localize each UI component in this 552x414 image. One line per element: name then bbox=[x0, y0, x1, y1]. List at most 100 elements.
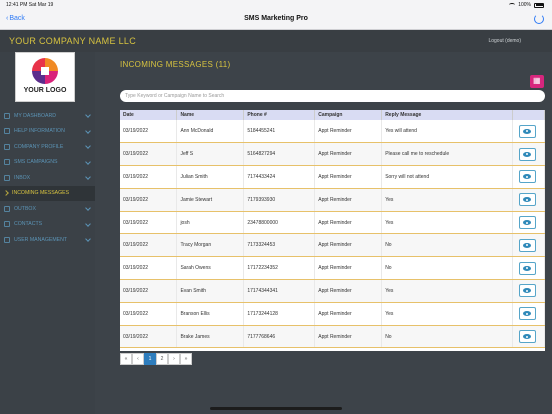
menu-item-icon bbox=[4, 221, 10, 228]
cell-action bbox=[512, 120, 546, 144]
menu-item-icon bbox=[4, 128, 10, 135]
sidebar-item-my-dashboard[interactable]: MY DASHBOARD bbox=[0, 108, 95, 124]
cell-name: Branson Ellis bbox=[176, 302, 245, 326]
messages-table-container: Date Name Phone # Campaign Reply Message 03/… bbox=[120, 110, 546, 351]
cell-date: 03/19/2022 bbox=[120, 325, 178, 349]
cell-campaign: Appt Reminder bbox=[314, 279, 383, 303]
column-header: Reply Message bbox=[381, 110, 513, 120]
page-button[interactable]: 1 bbox=[144, 353, 156, 365]
cell-date: 03/19/2022 bbox=[120, 120, 178, 144]
cell-date: 03/19/2022 bbox=[120, 211, 178, 235]
sidebar-item-sms-campaigns[interactable]: SMS CAMPAIGNS bbox=[0, 155, 95, 171]
page-button[interactable]: 2 bbox=[156, 353, 168, 365]
sidebar-item-label: COMPANY PROFILE bbox=[14, 143, 64, 150]
view-message-button[interactable] bbox=[518, 330, 536, 344]
cell-date: 03/19/2022 bbox=[120, 188, 178, 212]
cell-campaign: Appt Reminder bbox=[314, 120, 383, 144]
cell-phone: 17172234352 bbox=[243, 256, 316, 281]
table-row[interactable]: 03/19/2022 Branson Ellis 17173244128 Appt R… bbox=[120, 302, 546, 326]
cell-phone: 23478800000 bbox=[243, 211, 316, 235]
eye-icon bbox=[523, 334, 532, 340]
chevron-down-icon bbox=[85, 158, 91, 165]
table-row[interactable]: 03/19/2022 Brake James 7177768646 Appt Remi… bbox=[120, 325, 546, 349]
sidebar-item-incoming-messages[interactable]: INCOMING MESSAGES bbox=[0, 185, 95, 201]
view-message-button[interactable] bbox=[518, 193, 536, 207]
view-message-button[interactable] bbox=[518, 170, 536, 184]
page-button[interactable]: ‹ bbox=[132, 353, 144, 365]
menu-item-icon bbox=[4, 236, 10, 243]
table-row[interactable]: 03/19/2022 Jamie Stewart 7179393930 Appt Re… bbox=[120, 188, 546, 212]
cell-reply: Please call me to reschedule bbox=[381, 142, 513, 167]
view-message-button[interactable] bbox=[518, 238, 536, 252]
column-header bbox=[512, 110, 546, 120]
view-message-button[interactable] bbox=[518, 284, 536, 298]
eye-icon bbox=[523, 265, 532, 271]
eye-icon bbox=[523, 311, 532, 317]
nav-bar: ‹ Back SMS Marketing Pro bbox=[0, 10, 552, 30]
eye-icon bbox=[523, 128, 532, 134]
cell-date: 03/19/2022 bbox=[120, 256, 178, 281]
cell-name: Jeff S bbox=[176, 142, 245, 167]
cell-campaign: Appt Reminder bbox=[314, 165, 383, 189]
cell-reply: Yes bbox=[381, 211, 513, 235]
cell-action bbox=[512, 165, 546, 189]
view-message-button[interactable] bbox=[518, 147, 536, 161]
cell-action bbox=[512, 142, 546, 167]
table-row[interactable]: 03/19/2022 Julian Smith 7174433424 Appt Rem… bbox=[120, 165, 546, 189]
page-button[interactable]: » bbox=[180, 353, 192, 365]
table-row[interactable]: 03/19/2022 Evan Smith 17174344341 Appt Remi… bbox=[120, 279, 546, 303]
sidebar-item-help-information[interactable]: HELP INFORMATION bbox=[0, 124, 95, 140]
logo-icon bbox=[32, 58, 58, 84]
eye-icon bbox=[523, 174, 532, 180]
cell-campaign: Appt Reminder bbox=[314, 233, 383, 258]
chevron-right-icon bbox=[3, 190, 9, 197]
cell-reply: No bbox=[381, 325, 513, 349]
home-indicator bbox=[210, 407, 342, 410]
cell-action bbox=[512, 256, 546, 281]
table-row[interactable]: 03/19/2022 Ann McDonald 5184455241 Appt Rem… bbox=[120, 120, 546, 144]
sidebar-item-label: INCOMING MESSAGES bbox=[12, 190, 70, 197]
chevron-down-icon bbox=[85, 143, 91, 149]
cell-date: 03/19/2022 bbox=[120, 165, 178, 189]
sidebar-item-label: INBOX bbox=[14, 174, 31, 181]
sidebar-item-label: HELP INFORMATION bbox=[14, 128, 65, 135]
menu-item-icon bbox=[4, 174, 10, 181]
sidebar-item-label: CONTACTS bbox=[14, 221, 43, 228]
table-row[interactable]: 03/19/2022 Tracy Morgan 7173324453 Appt Rem… bbox=[120, 233, 546, 258]
page-button[interactable]: « bbox=[120, 353, 132, 365]
chevron-down-icon bbox=[85, 174, 91, 180]
table-row[interactable]: 03/19/2022 Sarah Owens 17172234352 Appt Rem… bbox=[120, 256, 546, 281]
view-message-button[interactable] bbox=[518, 307, 536, 321]
refresh-icon[interactable] bbox=[534, 14, 544, 24]
cell-action bbox=[512, 188, 546, 212]
chevron-down-icon bbox=[85, 112, 91, 118]
column-header: Date bbox=[120, 110, 178, 120]
cell-campaign: Appt Reminder bbox=[314, 325, 383, 349]
cell-date: 03/19/2022 bbox=[120, 279, 178, 303]
view-message-button[interactable] bbox=[518, 216, 536, 230]
cell-action bbox=[512, 302, 546, 326]
sidebar-item-inbox[interactable]: INBOX bbox=[0, 170, 95, 186]
wifi-icon bbox=[509, 3, 516, 7]
sidebar-item-user-management[interactable]: USER MANAGEMENT bbox=[0, 232, 95, 248]
view-message-button[interactable] bbox=[518, 261, 536, 275]
column-header: Campaign bbox=[314, 110, 383, 120]
page-button[interactable]: › bbox=[168, 353, 180, 365]
table-row[interactable]: 03/19/2022 Jeff S 5164827294 Appt Reminder P… bbox=[120, 142, 546, 167]
back-button[interactable]: ‹ Back bbox=[6, 15, 25, 22]
sidebar-item-company-profile[interactable]: COMPANY PROFILE bbox=[0, 139, 95, 155]
sidebar-item-contacts[interactable]: CONTACTS bbox=[0, 217, 95, 233]
eye-icon bbox=[523, 220, 532, 226]
table-row[interactable]: 03/19/2022 josh 23478800000 Appt Reminder Ye… bbox=[120, 211, 546, 235]
sidebar-item-outbox[interactable]: OUTBOX bbox=[0, 201, 95, 217]
grid-view-button[interactable] bbox=[530, 75, 544, 88]
table-header: Date Name Phone # Campaign Reply Message bbox=[120, 110, 546, 120]
status-battery: 100% bbox=[509, 2, 544, 8]
cell-reply: Yes will attend bbox=[381, 120, 513, 144]
view-message-button[interactable] bbox=[518, 124, 536, 138]
logout-link[interactable]: Logout (demo) bbox=[488, 38, 521, 44]
cell-campaign: Appt Reminder bbox=[314, 211, 383, 235]
menu-item-icon bbox=[4, 159, 10, 166]
search-input[interactable] bbox=[120, 90, 545, 102]
company-name: YOUR COMPANY NAME LLC bbox=[9, 36, 136, 46]
